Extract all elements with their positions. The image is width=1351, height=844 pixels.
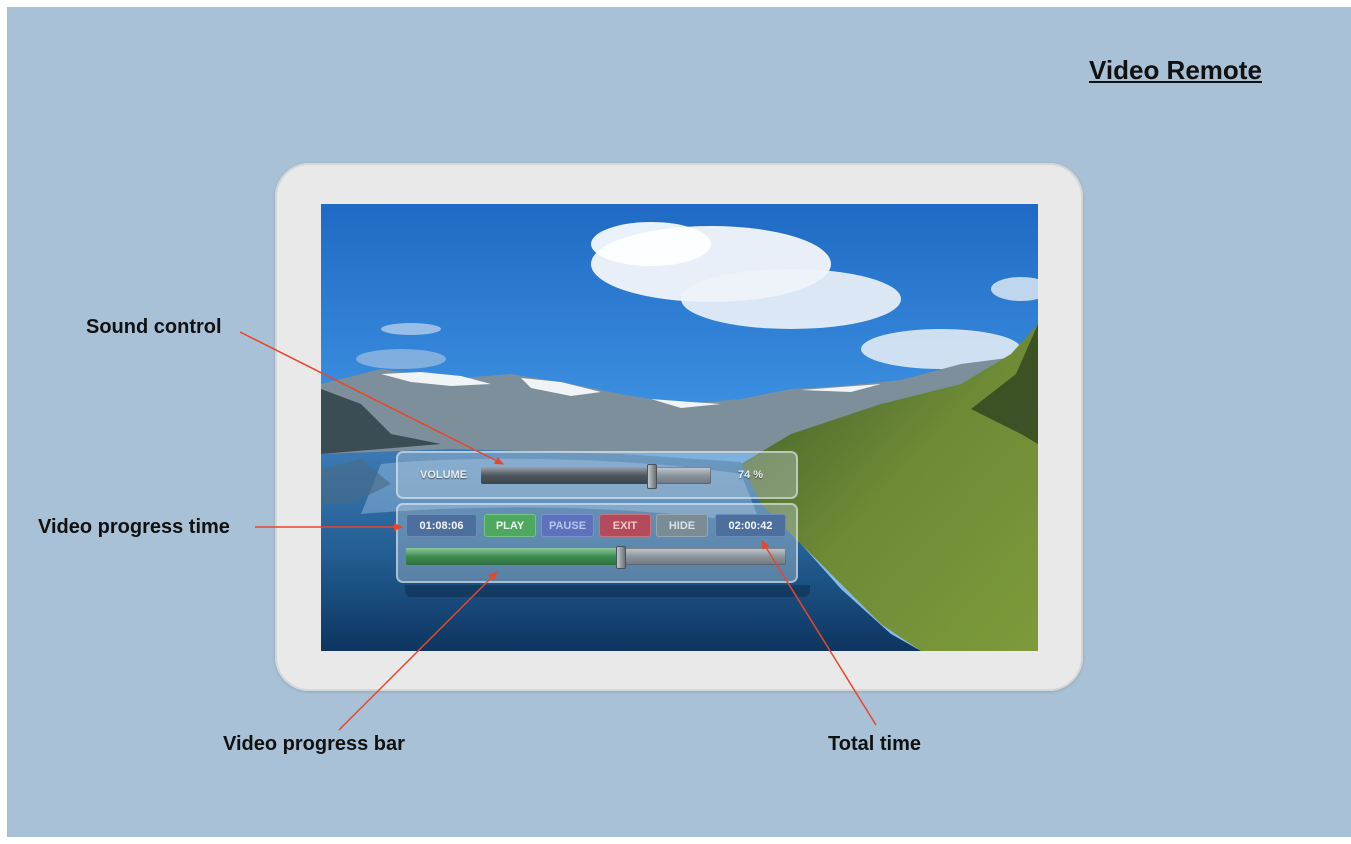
page-title: Video Remote (1089, 55, 1262, 85)
video-progress-bar[interactable] (406, 546, 786, 569)
volume-slider-handle[interactable] (647, 464, 658, 489)
hide-button[interactable]: HIDE (656, 514, 708, 537)
exit-button[interactable]: EXIT (599, 514, 651, 537)
volume-slider[interactable] (481, 464, 711, 489)
pause-button[interactable]: PAUSE (541, 514, 594, 537)
remote-shadow (405, 585, 810, 597)
video-progress-fill (406, 548, 621, 565)
video-progress-handle[interactable] (616, 546, 627, 569)
total-time-display: 02:00:42 (715, 514, 786, 537)
annotation-sound-control: Sound control (86, 316, 222, 338)
current-time-display: 01:08:06 (406, 514, 477, 537)
play-button[interactable]: PLAY (484, 514, 536, 537)
annotation-progress-time: Video progress time (38, 516, 230, 538)
annotation-progress-bar: Video progress bar (223, 733, 405, 755)
volume-value: 74 % (738, 469, 764, 481)
video-screen[interactable] (321, 204, 1038, 651)
landscape-video-frame (321, 204, 1038, 651)
annotation-total-time: Total time (828, 733, 921, 755)
volume-label: VOLUME (420, 469, 468, 481)
volume-fill (481, 467, 652, 484)
